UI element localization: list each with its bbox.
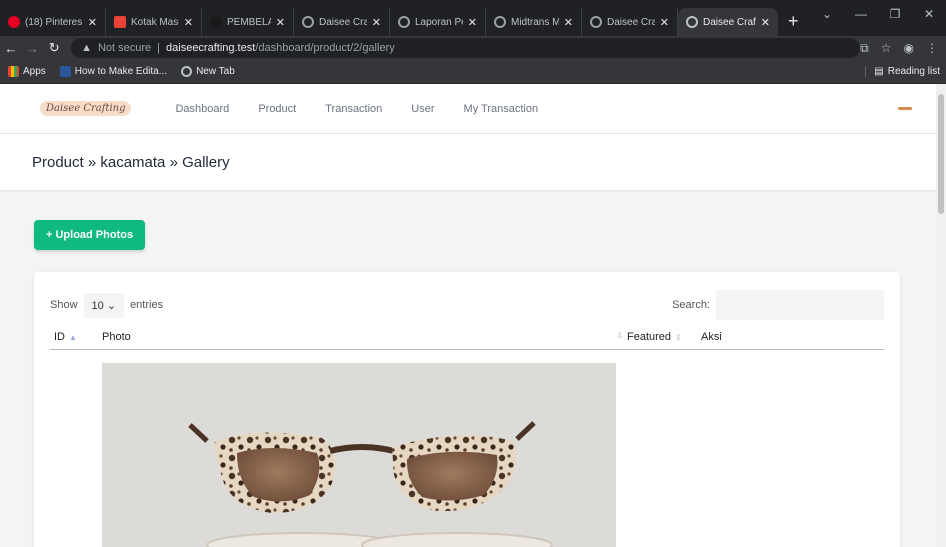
bookmarks-bar: Apps How to Make Edita... New Tab ▤ Read… — [0, 60, 946, 84]
close-icon[interactable]: ✕ — [564, 16, 573, 29]
browser-tab[interactable]: Daisee Craf ✕ — [582, 8, 678, 36]
user-menu[interactable] — [898, 107, 912, 110]
nav-user[interactable]: User — [411, 103, 434, 115]
nav-transaction[interactable]: Transaction — [325, 103, 382, 115]
nav-product[interactable]: Product — [258, 103, 296, 115]
table-controls: Show 10 ⌄ entries Search: — [50, 290, 884, 320]
bookmark-apps[interactable]: Apps — [8, 66, 46, 77]
tab-title: Laporan Pe — [415, 16, 463, 28]
nav-dashboard[interactable]: Dashboard — [175, 103, 229, 115]
reading-list-icon: ▤ — [874, 66, 884, 77]
pinterest-icon — [8, 16, 20, 28]
browser-tab[interactable]: Midtrans M ✕ — [486, 8, 582, 36]
new-tab-button[interactable]: + — [778, 11, 809, 36]
column-photo[interactable]: Photo ⇕ — [102, 331, 627, 343]
profile-avatar[interactable]: ◉ — [904, 41, 914, 56]
globe-icon — [302, 16, 314, 28]
maximize-icon[interactable]: ❐ — [878, 7, 912, 21]
upload-photos-button[interactable]: + Upload Photos — [34, 220, 146, 250]
sort-asc-icon: ▲ — [69, 332, 77, 342]
close-icon[interactable]: ✕ — [468, 16, 477, 29]
entries-length-select[interactable]: 10 ⌄ — [83, 292, 125, 318]
bookmark-item[interactable]: How to Make Edita... — [59, 66, 167, 77]
tab-title: Kotak Masu — [131, 16, 179, 28]
sort-icon: ⇕ — [675, 332, 682, 342]
sunglasses-image — [102, 363, 616, 547]
tab-title: PEMBELAJA — [227, 16, 271, 28]
column-id[interactable]: ID ▲ — [50, 331, 102, 343]
browser-tab[interactable]: (18) Pinteres ✕ — [0, 8, 106, 36]
word-icon — [59, 66, 71, 77]
window-controls: ⌄ — ❐ ✕ — [810, 0, 946, 28]
breadcrumb: Product » kacamata » Gallery — [32, 153, 230, 171]
sort-icon: ⇕ — [616, 330, 623, 340]
browser-tab[interactable]: Daisee Craf ✕ — [294, 8, 390, 36]
reading-list-button[interactable]: ▤ Reading list — [865, 66, 946, 77]
close-icon[interactable]: ✕ — [184, 16, 193, 29]
browser-tab-bar: (18) Pinteres ✕ Kotak Masu ✕ PEMBELAJA ✕… — [0, 0, 946, 36]
tab-title: Midtrans M — [511, 16, 559, 28]
scrollbar-thumb[interactable] — [938, 94, 944, 214]
page-header: Product » kacamata » Gallery — [0, 134, 936, 190]
app-navbar: Daisee Crafting Dashboard Product Transa… — [0, 84, 936, 134]
bookmark-item[interactable]: New Tab — [181, 66, 235, 77]
menu-icon[interactable]: ⋮ — [926, 41, 938, 56]
security-label: Not secure — [97, 42, 152, 54]
globe-icon — [398, 16, 410, 28]
close-icon[interactable]: ✕ — [88, 16, 97, 29]
table-header: ID ▲ Photo ⇕ Featured ⇕ Aksi — [50, 324, 884, 350]
globe-icon — [686, 16, 698, 28]
tab-title: Daisee Craf — [607, 16, 655, 28]
search-input[interactable] — [716, 290, 884, 320]
gmail-icon — [114, 16, 126, 28]
chevron-down-icon: ⌄ — [106, 299, 117, 312]
globe-icon — [590, 16, 602, 28]
back-icon[interactable]: ← — [0, 41, 22, 56]
share-icon[interactable]: ⧉ — [860, 41, 869, 56]
close-icon[interactable]: ✕ — [660, 16, 669, 29]
close-icon[interactable]: ✕ — [761, 16, 770, 29]
gallery-photo — [102, 363, 616, 547]
reload-icon[interactable]: ↻ — [43, 40, 65, 56]
browser-tab-active[interactable]: Daisee Craf ✕ — [678, 8, 778, 36]
table-search: Search: — [672, 290, 884, 320]
tab-search-icon[interactable]: ⌄ — [810, 7, 844, 21]
column-aksi: Aksi — [701, 330, 722, 343]
url-text: daiseecrafting.test/dashboard/product/2/… — [166, 42, 395, 54]
close-icon[interactable]: ✕ — [372, 16, 381, 29]
brand-logo[interactable]: Daisee Crafting — [40, 101, 132, 116]
page-viewport: Daisee Crafting Dashboard Product Transa… — [0, 84, 936, 547]
tab-title: Daisee Craf — [319, 16, 367, 28]
browser-toolbar: ← → ↻ ▲ Not secure | daiseecrafting.test… — [0, 36, 946, 60]
site-icon — [210, 16, 222, 28]
close-icon[interactable]: ✕ — [276, 16, 285, 29]
star-icon[interactable]: ☆ — [881, 41, 892, 56]
browser-tab[interactable]: Laporan Pe ✕ — [390, 8, 486, 36]
minimize-icon[interactable]: — — [844, 7, 878, 21]
toolbar-actions: ⧉ ☆ ◉ ⋮ — [860, 41, 946, 56]
browser-tab[interactable]: PEMBELAJA ✕ — [202, 8, 294, 36]
column-featured[interactable]: Featured ⇕ — [627, 331, 701, 343]
tab-title: Daisee Craf — [703, 16, 756, 28]
globe-icon — [494, 16, 506, 28]
browser-tab[interactable]: Kotak Masu ✕ — [106, 8, 202, 36]
address-bar[interactable]: ▲ Not secure | daiseecrafting.test/dashb… — [71, 38, 861, 58]
tab-title: (18) Pinteres — [25, 16, 83, 28]
warning-icon: ▲ — [81, 42, 92, 54]
globe-icon — [181, 66, 193, 77]
forward-icon[interactable]: → — [22, 41, 44, 56]
close-window-icon[interactable]: ✕ — [912, 7, 946, 21]
apps-grid-icon — [8, 66, 19, 77]
nav-my-transaction[interactable]: My Transaction — [464, 103, 539, 115]
page-scrollbar[interactable] — [936, 84, 946, 547]
